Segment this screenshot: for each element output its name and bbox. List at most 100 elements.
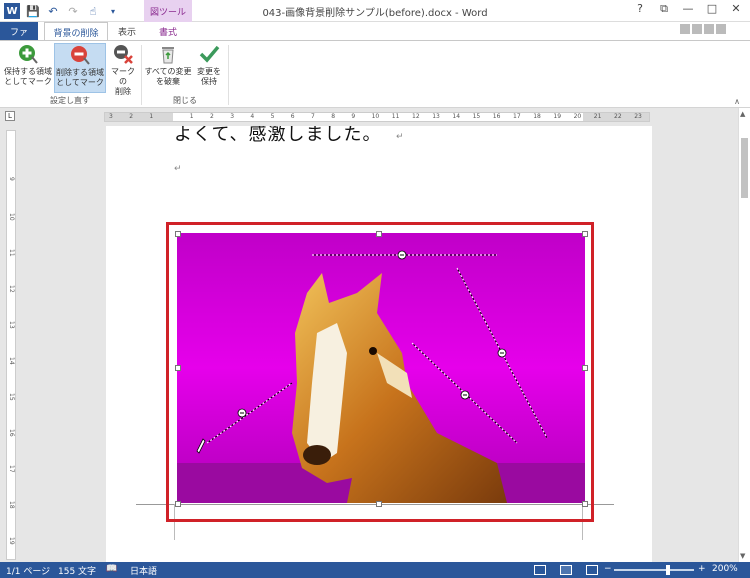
word-count[interactable]: 155 文字 [58, 564, 96, 577]
plus-circle-icon [19, 45, 38, 64]
keep-changes-button[interactable]: 変更を 保持 [194, 43, 224, 93]
ruler-tick-label: 15 [8, 393, 15, 401]
horse-photo[interactable] [177, 233, 585, 503]
vertical-scrollbar[interactable]: ▲ ▼ [738, 108, 750, 562]
ribbon-tabs: ファイル 背景の削除 表示 書式 [0, 22, 750, 51]
scroll-down-icon[interactable]: ▼ [740, 552, 745, 560]
ruler-tick-label: 20 [573, 113, 582, 120]
print-layout-icon[interactable] [560, 565, 572, 575]
maximize-button[interactable]: □ [702, 2, 722, 18]
ruler-tick-label: 21 [593, 113, 602, 120]
account-area[interactable] [680, 24, 740, 38]
zoom-out-button[interactable]: − [604, 564, 612, 574]
remove-label-1: 削除する領域 [56, 68, 104, 77]
zoom-slider-knob[interactable] [666, 565, 670, 575]
resize-handle[interactable] [175, 365, 181, 371]
ruler-tick-label: 12 [8, 285, 15, 293]
ruler-tick-label: 11 [391, 113, 400, 120]
ruler-tick-label: 6 [290, 113, 295, 120]
document-area[interactable]: よくて、感激しました。 ↵ ↵ [22, 126, 738, 562]
ruler-tick-label: 14 [452, 113, 461, 120]
help-button[interactable]: ? [630, 2, 650, 18]
ruler-tick-label: 23 [634, 113, 642, 120]
ruler-tick-label: 1 [149, 113, 154, 120]
ribbon: 保持する領域 としてマーク 削除する領域 としてマーク マークの 削除 設定し直… [0, 40, 750, 108]
background-removal-preview [177, 233, 585, 503]
ruler-tick-label: 1 [189, 113, 194, 120]
tab-format[interactable]: 書式 [144, 22, 192, 40]
resize-handle[interactable] [582, 231, 588, 237]
selected-picture-frame[interactable] [166, 222, 594, 522]
recycle-bin-icon [162, 47, 174, 64]
horizontal-ruler[interactable]: 3 2 1 1 2 3 4 5 6 7 8 9 10 11 12 13 14 15 16 17 18 19 20 21 22 23 [104, 112, 650, 122]
delete-mark-icon [114, 45, 133, 64]
ruler-tick-label: 14 [8, 357, 15, 365]
ruler-tick-label: 12 [412, 113, 420, 120]
ruler-tick-label: 4 [250, 113, 255, 120]
resize-handle[interactable] [582, 365, 588, 371]
delete-mark-button[interactable]: マークの 削除 [108, 43, 138, 96]
ruler-tick-label: 2 [210, 113, 214, 120]
minus-circle-icon [71, 46, 90, 65]
ruler-tick-label: 10 [371, 113, 380, 120]
tab-file[interactable]: ファイル [0, 22, 38, 51]
document-text[interactable]: よくて、感激しました。 [174, 126, 382, 146]
resize-handle[interactable] [582, 501, 588, 507]
mark-areas-to-keep-button[interactable]: 保持する領域 としてマーク [2, 43, 54, 93]
discard-all-changes-button[interactable]: すべての変更 を破棄 [144, 43, 192, 93]
web-layout-icon[interactable] [586, 565, 598, 575]
zoom-level[interactable]: 200% [712, 564, 738, 574]
minimize-button[interactable]: — [678, 2, 698, 18]
status-bar: 1/1 ページ 155 文字 📖 日本語 − + 200% [0, 562, 750, 578]
page[interactable]: よくて、感激しました。 ↵ ↵ [106, 126, 652, 562]
keep-label-1: 保持する領域 [4, 67, 52, 76]
ruler-tick-label: 9 [351, 113, 356, 120]
tab-remove-background[interactable]: 背景の削除 [44, 22, 108, 40]
save-label-2: 保持 [201, 77, 217, 86]
title-bar: W 💾 ↶ ↷ ☝ ▾ 図ツール 043-画像背景削除サンプル(before).… [0, 0, 750, 22]
ruler-tick-label: 18 [8, 501, 15, 509]
scroll-thumb[interactable] [741, 138, 748, 198]
ruler-tick-label: 22 [614, 113, 622, 120]
resize-handle[interactable] [376, 231, 382, 237]
save-label-1: 変更を [197, 67, 221, 76]
zoom-in-button[interactable]: + [698, 564, 706, 574]
zoom-slider[interactable] [614, 565, 694, 575]
ruler-tick-label: 19 [553, 113, 562, 120]
read-mode-icon[interactable] [534, 565, 546, 575]
ruler-tick-label: 3 [230, 113, 235, 120]
ribbon-display-button[interactable]: ⧉ [654, 2, 674, 18]
tab-view[interactable]: 表示 [112, 22, 142, 40]
collapse-ribbon-icon[interactable]: ∧ [734, 97, 740, 106]
group-separator [228, 45, 229, 105]
resize-handle[interactable] [175, 231, 181, 237]
group-label-refine: 設定し直す [50, 96, 90, 105]
delete-mark-label-1: マークの [111, 67, 135, 86]
ruler-tick-label: 17 [8, 465, 15, 473]
paragraph-mark: ↵ [174, 164, 182, 174]
ruler-tick-label: 16 [8, 429, 15, 437]
language-indicator[interactable]: 日本語 [130, 564, 157, 577]
ruler-tick-label: 5 [270, 113, 275, 120]
resize-handle[interactable] [175, 501, 181, 507]
scroll-up-icon[interactable]: ▲ [740, 110, 745, 118]
vertical-ruler[interactable]: 91011121314151617181920 [6, 130, 16, 578]
ruler-tick-label: 11 [8, 249, 15, 257]
close-button[interactable]: ✕ [726, 2, 746, 18]
page-count[interactable]: 1/1 ページ [6, 564, 50, 577]
ruler-tick-label: 13 [432, 113, 440, 120]
ruler-tick-label: 10 [8, 213, 15, 221]
ruler-tick-label: 18 [533, 113, 541, 120]
ruler-tick-label: 2 [129, 113, 134, 120]
ruler-tick-label: 9 [8, 177, 15, 181]
mark-areas-to-remove-button[interactable]: 削除する領域 としてマーク [54, 43, 106, 93]
resize-handle[interactable] [376, 501, 382, 507]
keep-label-2: としてマーク [4, 77, 52, 86]
proofing-icon[interactable]: 📖 [106, 564, 117, 574]
ruler-tick-label: 13 [8, 321, 15, 329]
ruler-tick-label: 3 [109, 113, 113, 120]
group-label-close: 閉じる [173, 96, 197, 105]
ruler-tick-label: 15 [472, 113, 481, 120]
paragraph-mark: ↵ [396, 132, 404, 142]
tab-selector[interactable]: L [0, 108, 22, 126]
